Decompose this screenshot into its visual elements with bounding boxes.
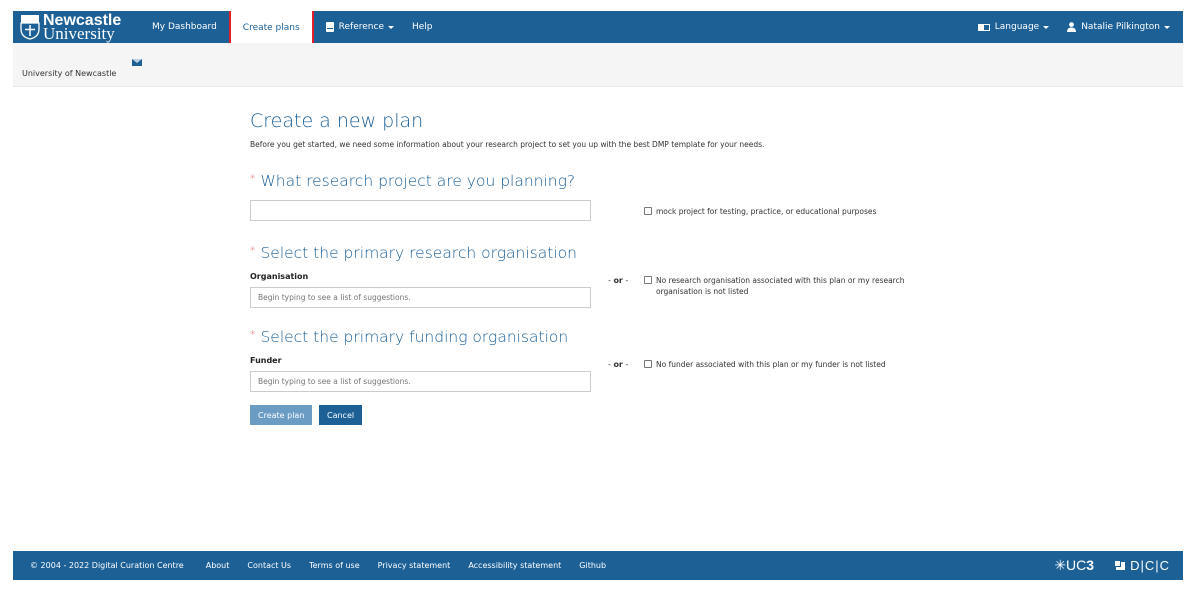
nav-label: Help	[412, 22, 433, 32]
dcc-text: D|C|C	[1130, 558, 1170, 573]
language-label: Language	[994, 22, 1040, 32]
uc3-logo[interactable]: ✳UC3	[1054, 557, 1094, 574]
heading-text: Select the primary funding organisation	[260, 328, 569, 346]
dcc-logo[interactable]: D|C|C	[1114, 558, 1170, 573]
book-icon	[325, 22, 334, 32]
or-suffix: -	[622, 360, 629, 369]
user-menu[interactable]: Natalie Pilkington	[1058, 11, 1183, 43]
or-word: or	[613, 360, 623, 369]
cancel-button[interactable]: Cancel	[319, 405, 363, 425]
caret-down-icon	[1043, 25, 1050, 29]
no-funder-checkbox-row[interactable]: No funder associated with this plan or m…	[644, 359, 886, 370]
uc3-text: UC	[1066, 557, 1087, 573]
user-name: Natalie Pilkington	[1081, 22, 1160, 32]
nav-label: Create plans	[242, 23, 300, 33]
user-icon	[1067, 22, 1077, 32]
checkbox-label: No funder associated with this plan or m…	[656, 360, 886, 369]
organisation-input[interactable]	[250, 287, 591, 308]
page-title: Create a new plan	[250, 110, 424, 132]
no-funder-checkbox[interactable]	[644, 360, 652, 368]
nav-help[interactable]: Help	[403, 11, 442, 43]
university-logo[interactable]: Newcastle University	[13, 11, 143, 43]
dcc-squares-icon	[1114, 559, 1126, 570]
nav-label: My Dashboard	[152, 22, 217, 32]
language-icon	[977, 23, 990, 31]
funder-heading: * Select the primary funding organisatio…	[250, 328, 568, 346]
nav-create-plans[interactable]: Create plans	[228, 11, 314, 47]
caret-down-icon	[1164, 25, 1170, 29]
nav-label: Reference	[338, 22, 384, 32]
footer-link-privacy[interactable]: Privacy statement	[378, 561, 451, 570]
project-title-input[interactable]	[250, 200, 591, 221]
footer-link-terms[interactable]: Terms of use	[309, 561, 360, 570]
no-research-org-checkbox-row[interactable]: No research organisation associated with…	[644, 275, 914, 297]
project-heading: * What research project are you planning…	[250, 172, 575, 190]
required-marker: *	[250, 244, 256, 257]
or-separator: - or -	[608, 360, 628, 369]
top-navbar: Newcastle University My Dashboard Create…	[13, 11, 1183, 47]
or-separator: - or -	[608, 276, 628, 285]
create-plan-form: Create a new plan Before you get started…	[250, 110, 950, 425]
mock-project-checkbox[interactable]	[644, 207, 652, 215]
footer-link-accessibility[interactable]: Accessibility statement	[468, 561, 561, 570]
caret-down-icon	[388, 25, 394, 29]
no-research-org-checkbox[interactable]	[644, 276, 652, 284]
heading-text: Select the primary research organisation	[260, 244, 577, 262]
required-marker: *	[250, 328, 256, 341]
footer-link-contact[interactable]: Contact Us	[247, 561, 291, 570]
nav-my-dashboard[interactable]: My Dashboard	[143, 11, 226, 43]
footer-link-about[interactable]: About	[206, 561, 230, 570]
checkbox-label: No research organisation associated with…	[656, 276, 905, 296]
organisation-label: Organisation	[250, 272, 309, 281]
logo-line2: University	[43, 24, 115, 43]
intro-text: Before you get started, we need some inf…	[250, 140, 765, 149]
envelope-icon[interactable]	[132, 59, 142, 66]
required-marker: *	[250, 172, 256, 185]
asterisk-icon: ✳	[1054, 557, 1067, 573]
shield-icon	[20, 15, 40, 40]
or-suffix: -	[622, 276, 629, 285]
uc3-number: 3	[1086, 557, 1095, 573]
create-plan-button[interactable]: Create plan	[250, 405, 313, 425]
footer: © 2004 - 2022 Digital Curation Centre Ab…	[13, 551, 1183, 580]
footer-link-github[interactable]: Github	[579, 561, 606, 570]
or-word: or	[613, 276, 623, 285]
language-menu[interactable]: Language	[969, 11, 1058, 43]
funder-input[interactable]	[250, 371, 591, 392]
checkbox-label: mock project for testing, practice, or e…	[656, 207, 877, 216]
research-org-heading: * Select the primary research organisati…	[250, 244, 577, 262]
org-subbar: University of Newcastle	[13, 43, 1183, 87]
nav-reference[interactable]: Reference	[317, 11, 403, 43]
heading-text: What research project are you planning?	[260, 172, 576, 190]
funder-label: Funder	[250, 356, 282, 365]
copyright: © 2004 - 2022 Digital Curation Centre	[30, 561, 184, 570]
organisation-name: University of Newcastle	[22, 69, 117, 78]
mock-project-checkbox-row[interactable]: mock project for testing, practice, or e…	[644, 206, 876, 217]
